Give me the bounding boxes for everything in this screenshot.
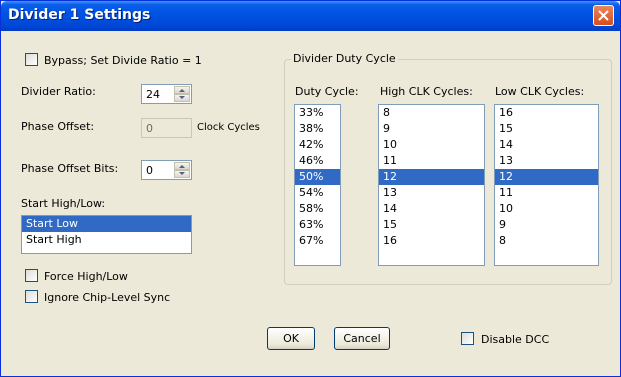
list-item[interactable]: 63% [295,217,340,233]
disable-dcc-label: Disable DCC [481,333,550,346]
list-item[interactable]: 12 [495,169,598,185]
phase-offset-value: 0 [146,122,153,135]
ok-button[interactable]: OK [267,327,315,350]
start-high-low-listbox[interactable]: Start Low Start High [21,215,192,254]
clock-cycles-label: Clock Cycles [197,122,260,133]
close-icon [598,10,609,21]
list-item[interactable]: 9 [379,121,484,137]
phase-offset-bits-value[interactable]: 0 [146,164,153,177]
phase-offset-bits-spin-buttons[interactable] [174,162,190,178]
list-item[interactable]: 15 [379,217,484,233]
divider-ratio-spin-buttons[interactable] [174,86,190,102]
bypass-checkbox[interactable] [25,53,38,66]
list-item[interactable]: 16 [379,233,484,249]
ignore-sync-label: Ignore Chip-Level Sync [44,291,171,304]
high-clk-cycles-header: High CLK Cycles: [380,85,473,98]
divider-ratio-value[interactable]: 24 [146,88,160,101]
spin-down-arrow-icon[interactable] [174,170,190,178]
spin-down-arrow-icon[interactable] [174,94,190,102]
list-item-start-low[interactable]: Start Low [22,216,191,232]
low-clk-cycles-header: Low CLK Cycles: [495,85,585,98]
window-title: Divider 1 Settings [8,7,151,23]
force-high-low-label: Force High/Low [44,270,128,283]
list-item[interactable]: 33% [295,105,340,121]
start-high-low-label: Start High/Low: [21,197,106,210]
close-button[interactable] [593,5,614,26]
duty-cycle-header: Duty Cycle: [295,85,359,98]
high-clk-cycles-listbox[interactable]: 8 9 10 11 12 13 14 15 16 [378,104,485,266]
list-item[interactable]: 10 [379,137,484,153]
force-high-low-checkbox[interactable] [25,269,38,282]
spin-up-arrow-icon[interactable] [174,162,190,170]
list-item[interactable]: 11 [379,153,484,169]
list-item[interactable]: 58% [295,201,340,217]
list-item[interactable]: 8 [495,233,598,249]
list-item[interactable]: 8 [379,105,484,121]
divider-ratio-spinner[interactable]: 24 [141,84,192,104]
list-item[interactable]: 67% [295,233,340,249]
bypass-label: Bypass; Set Divide Ratio = 1 [44,54,202,67]
divider-ratio-label: Divider Ratio: [21,85,96,98]
cancel-button[interactable]: Cancel [334,327,390,350]
phase-offset-label: Phase Offset: [21,120,95,133]
duty-cycle-group-title: Divider Duty Cycle [291,52,398,65]
list-item[interactable]: 46% [295,153,340,169]
list-item[interactable]: 14 [379,201,484,217]
disable-dcc-checkbox[interactable] [461,332,474,345]
list-item[interactable]: 12 [379,169,484,185]
low-clk-cycles-listbox[interactable]: 16 15 14 13 12 11 10 9 8 [494,104,599,266]
spin-up-arrow-icon[interactable] [174,86,190,94]
duty-cycle-listbox[interactable]: 33% 38% 42% 46% 50% 54% 58% 63% 67% [294,104,341,266]
dialog-window: Divider 1 Settings Bypass; Set Divide Ra… [0,0,621,377]
ignore-sync-checkbox[interactable] [25,290,38,303]
list-item[interactable]: 13 [495,153,598,169]
list-item[interactable]: 15 [495,121,598,137]
list-item[interactable]: 42% [295,137,340,153]
phase-offset-bits-spinner[interactable]: 0 [141,160,192,180]
list-item[interactable]: 10 [495,201,598,217]
list-item[interactable]: 38% [295,121,340,137]
list-item[interactable]: 50% [295,169,340,185]
list-item-start-high[interactable]: Start High [22,232,191,248]
list-item[interactable]: 14 [495,137,598,153]
phase-offset-field: 0 [141,118,192,138]
list-item[interactable]: 16 [495,105,598,121]
title-bar[interactable]: Divider 1 Settings [1,1,620,31]
phase-offset-bits-label: Phase Offset Bits: [21,162,119,175]
list-item[interactable]: 11 [495,185,598,201]
dialog-content: Bypass; Set Divide Ratio = 1 Divider Rat… [4,31,617,373]
list-item[interactable]: 9 [495,217,598,233]
list-item[interactable]: 13 [379,185,484,201]
list-item[interactable]: 54% [295,185,340,201]
